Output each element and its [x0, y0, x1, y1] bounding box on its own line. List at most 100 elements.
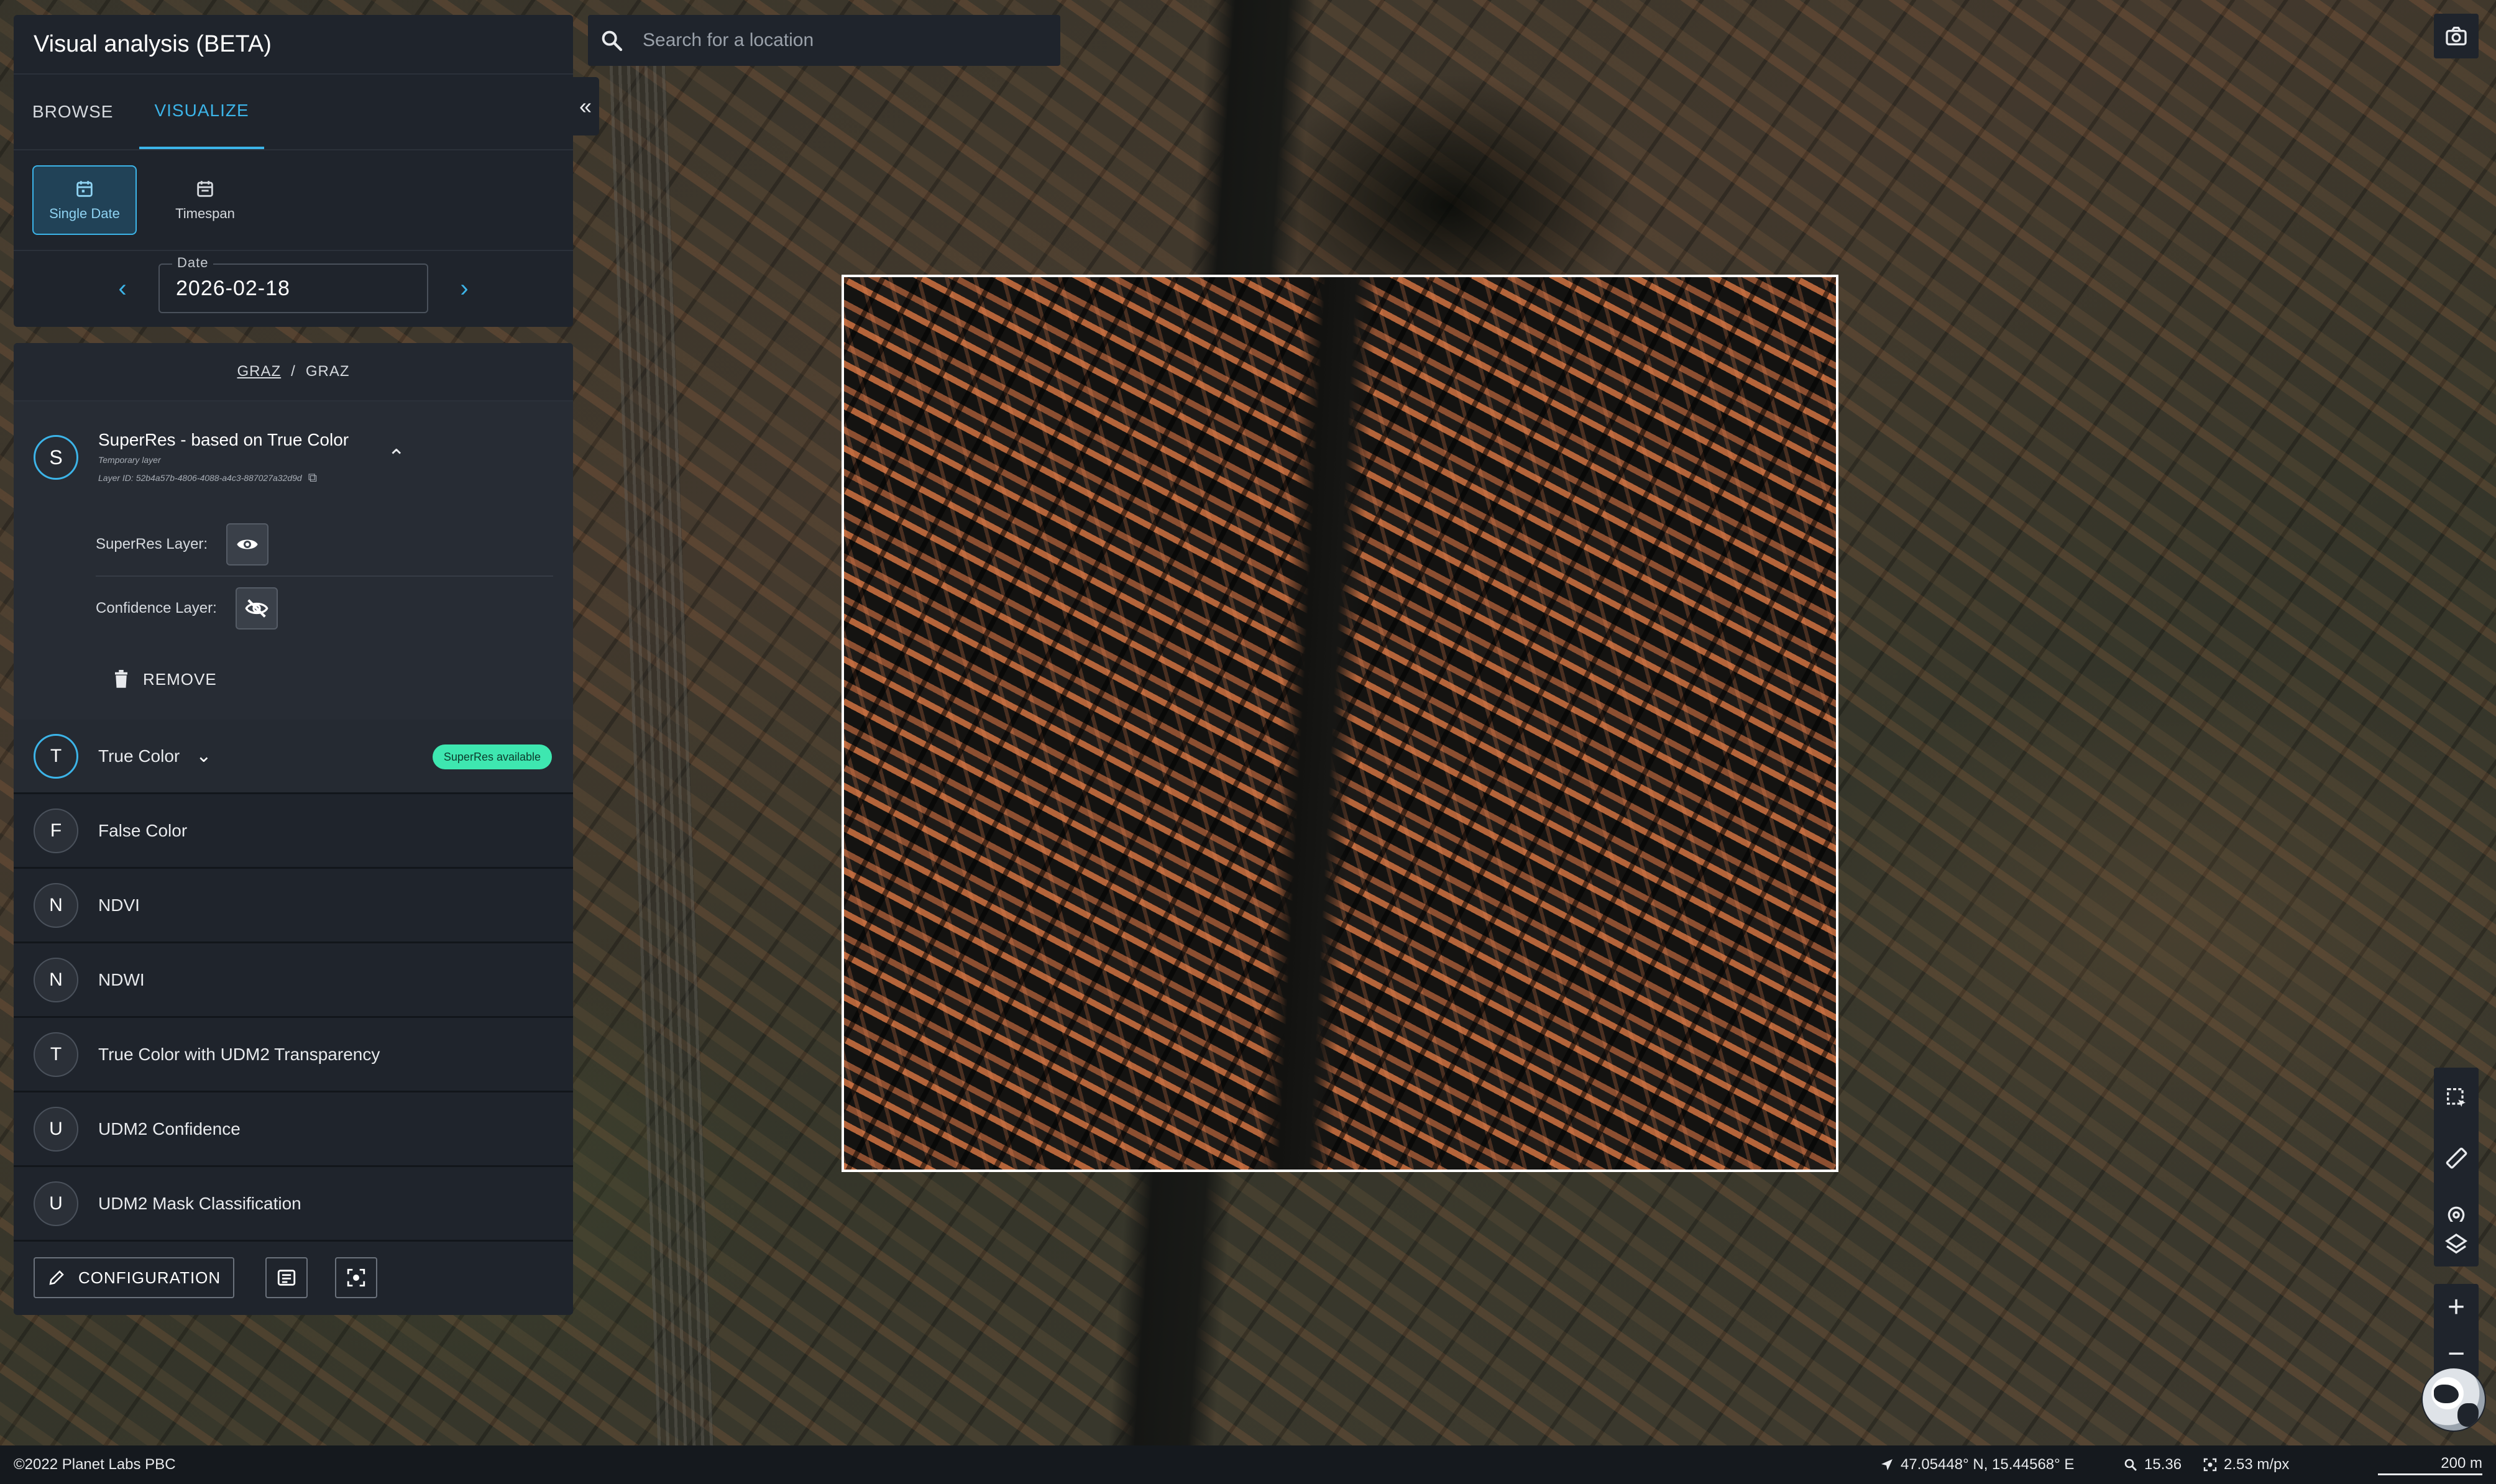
- copy-icon[interactable]: ⧉: [308, 471, 317, 485]
- analysis-panel-header: Visual analysis (BETA) BROWSE VISUALIZE …: [14, 15, 573, 327]
- confidence-layer-option: Confidence Layer:: [96, 577, 553, 640]
- superres-layer-id: Layer ID: 52b4a57b-4806-4088-a4c3-887027…: [98, 471, 349, 485]
- zoom-level-readout: 15.36: [2123, 1456, 2182, 1473]
- panel-title: Visual analysis (BETA): [14, 15, 573, 75]
- location-search[interactable]: [588, 15, 1060, 66]
- superres-header[interactable]: S SuperRes - based on True Color Tempora…: [34, 401, 553, 513]
- remove-label: REMOVE: [143, 669, 217, 689]
- layer-avatar: U: [34, 1106, 78, 1152]
- date-mode-selector: Single Date Timespan: [14, 150, 573, 251]
- configuration-label: CONFIGURATION: [78, 1268, 221, 1287]
- screenshot-area-button[interactable]: [335, 1257, 378, 1298]
- remove-button[interactable]: REMOVE: [113, 640, 553, 718]
- eye-icon: [237, 539, 258, 549]
- layer-item-ndwi[interactable]: N NDWI: [14, 943, 573, 1018]
- superres-layer-option: SuperRes Layer:: [96, 513, 553, 577]
- layer-name: True Color with UDM2 Transparency: [98, 1044, 380, 1064]
- superres-available-badge: SuperRes available: [432, 744, 552, 769]
- layer-avatar: F: [34, 808, 78, 853]
- confidence-visibility-toggle[interactable]: [235, 587, 278, 630]
- panel-footer: CONFIGURATION: [14, 1242, 573, 1314]
- chevron-right-icon[interactable]: ›: [446, 275, 483, 303]
- globe-icon[interactable]: [2421, 1367, 2486, 1432]
- pencil-icon: [49, 1270, 64, 1285]
- layer-item-false-color[interactable]: F False Color: [14, 794, 573, 869]
- layer-name: NDWI: [98, 969, 145, 989]
- layer-name: False Color: [98, 820, 188, 840]
- layer-item-true-color[interactable]: T True Color ⌄ SuperRes available: [14, 720, 573, 794]
- calendar-range-icon: [197, 181, 213, 197]
- layer-name: NDVI: [98, 895, 140, 915]
- search-input[interactable]: [643, 30, 1040, 51]
- superres-title: SuperRes - based on True Color: [98, 429, 349, 449]
- camera-icon: [2446, 27, 2467, 45]
- copyright-text: ©2022 Planet Labs PBC: [14, 1456, 176, 1473]
- layer-item-ndvi[interactable]: N NDVI: [14, 869, 573, 943]
- layer-item-udm2-mask[interactable]: U UDM2 Mask Classification: [14, 1167, 573, 1242]
- chevron-down-icon[interactable]: ⌄: [196, 745, 211, 767]
- date-selector: ‹ Date 2026-02-18 ›: [14, 251, 573, 326]
- legend-button[interactable]: [265, 1257, 308, 1298]
- date-field-label: Date: [172, 255, 214, 271]
- map-railway: [608, 49, 715, 1445]
- magnifier-icon: [2124, 1459, 2137, 1471]
- superres-visibility-toggle[interactable]: [226, 523, 269, 566]
- resolution-text: 2.53 m/px: [2224, 1456, 2290, 1473]
- superres-layer-label: SuperRes Layer:: [96, 536, 208, 552]
- panel-tabs: BROWSE VISUALIZE: [14, 75, 573, 150]
- ruler-icon[interactable]: [2444, 1145, 2469, 1170]
- breadcrumb: GRAZ / GRAZ: [14, 343, 573, 401]
- breadcrumb-current: GRAZ: [305, 363, 350, 380]
- chevron-up-icon[interactable]: ⌃: [388, 445, 406, 470]
- double-chevron-left-icon[interactable]: «: [572, 77, 599, 135]
- single-date-label: Single Date: [49, 206, 120, 221]
- layer-id-text: Layer ID: 52b4a57b-4806-4088-a4c3-887027…: [98, 473, 302, 483]
- map-tools: [2434, 1068, 2479, 1248]
- superres-area-outline[interactable]: [842, 275, 1838, 1172]
- coordinates-readout: 47.05448° N, 15.44568° E: [1879, 1456, 2074, 1473]
- layer-avatar: T: [34, 1032, 78, 1077]
- layer-item-udm2-confidence[interactable]: U UDM2 Confidence: [14, 1092, 573, 1167]
- zoom-controls: + −: [2434, 1284, 2479, 1377]
- status-bar: ©2022 Planet Labs PBC 47.05448° N, 15.44…: [0, 1445, 2496, 1484]
- layer-name: True Color: [98, 746, 180, 766]
- camera-button[interactable]: [2434, 14, 2479, 58]
- superres-subtitle: Temporary layer: [98, 454, 161, 465]
- layer-name: UDM2 Mask Classification: [98, 1193, 301, 1213]
- eye-off-icon: [245, 599, 268, 618]
- configuration-button[interactable]: CONFIGURATION: [34, 1257, 235, 1298]
- tab-visualize[interactable]: VISUALIZE: [139, 75, 264, 149]
- layer-name: UDM2 Confidence: [98, 1119, 241, 1138]
- date-value: 2026-02-18: [176, 276, 290, 300]
- timespan-button[interactable]: Timespan: [153, 165, 257, 235]
- zoom-out-button[interactable]: −: [2448, 1339, 2465, 1369]
- resolution-readout: 2.53 m/px: [2203, 1456, 2289, 1473]
- navigation-arrow-icon: [1881, 1459, 1893, 1470]
- focus-icon: [347, 1268, 365, 1287]
- confidence-layer-label: Confidence Layer:: [96, 600, 217, 616]
- layers-button[interactable]: [2434, 1222, 2479, 1266]
- layer-avatar: N: [34, 882, 78, 928]
- date-field[interactable]: Date 2026-02-18: [158, 255, 428, 313]
- calendar-icon: [76, 181, 93, 197]
- timespan-label: Timespan: [175, 206, 235, 221]
- superres-info: SuperRes - based on True Color Temporary…: [98, 430, 349, 485]
- coordinates-text: 47.05448° N, 15.44568° E: [1901, 1456, 2075, 1473]
- area-select-icon[interactable]: [2444, 1085, 2469, 1110]
- superres-layer-card: S SuperRes - based on True Color Tempora…: [14, 401, 573, 720]
- zoom-in-button[interactable]: +: [2448, 1292, 2465, 1322]
- layers-panel: GRAZ / GRAZ S SuperRes - based on True C…: [14, 343, 573, 1315]
- layer-avatar: T: [34, 733, 78, 779]
- search-icon: [602, 30, 623, 52]
- layer-avatar: S: [34, 435, 78, 480]
- tab-browse[interactable]: BROWSE: [17, 75, 128, 149]
- breadcrumb-link-graz[interactable]: GRAZ: [237, 363, 281, 380]
- scale-bar: 200 m: [2378, 1455, 2482, 1475]
- single-date-button[interactable]: Single Date: [32, 165, 137, 235]
- chevron-left-icon[interactable]: ‹: [104, 275, 141, 303]
- legend-icon: [278, 1270, 296, 1286]
- breadcrumb-separator: /: [291, 363, 296, 380]
- layer-avatar: U: [34, 1181, 78, 1226]
- layer-item-true-color-udm2[interactable]: T True Color with UDM2 Transparency: [14, 1018, 573, 1092]
- focus-icon: [2203, 1458, 2217, 1472]
